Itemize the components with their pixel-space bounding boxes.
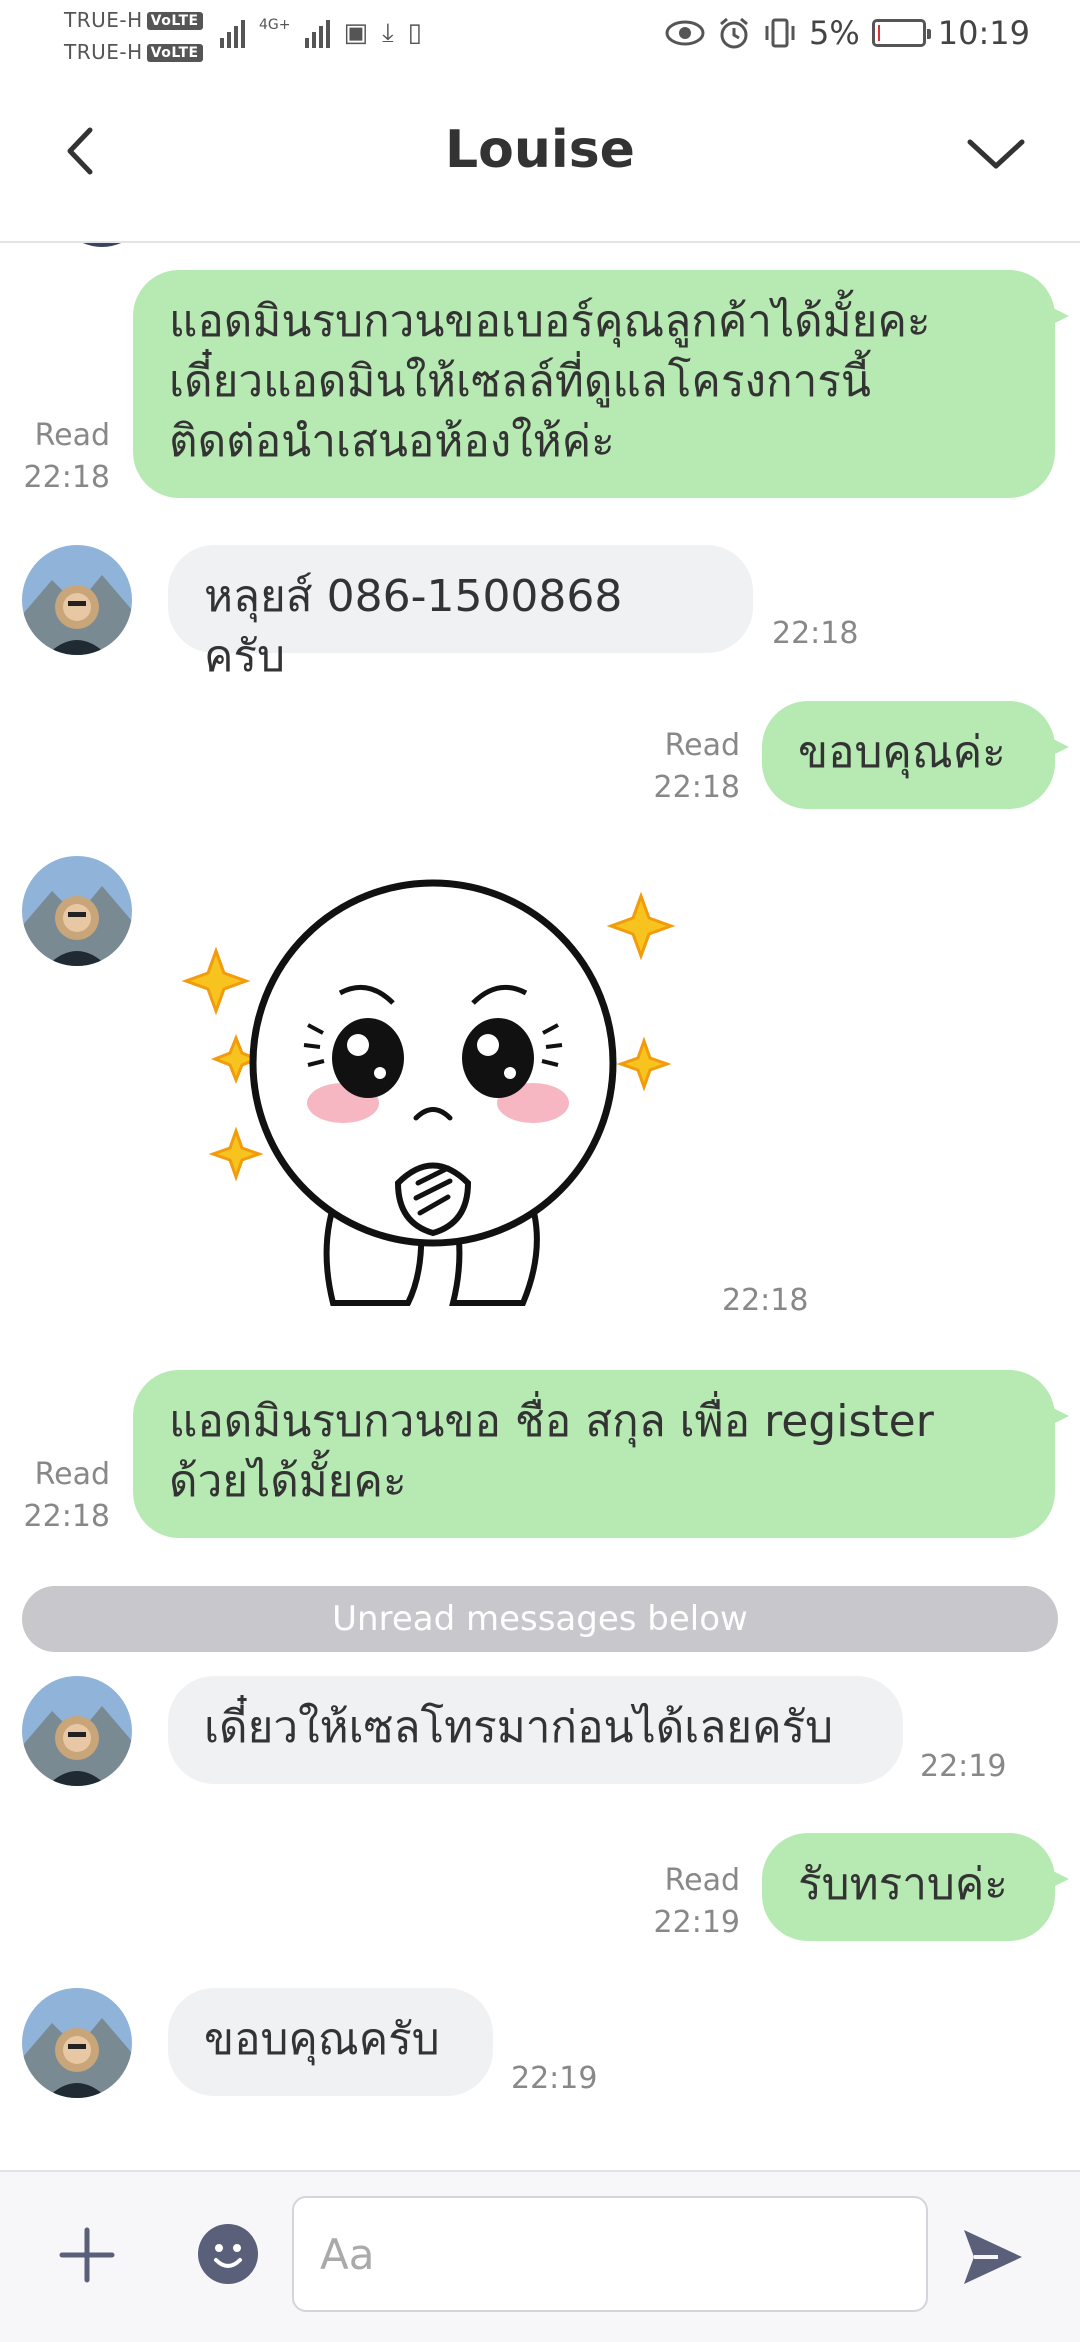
message-bubble-outgoing[interactable]: แอดมินรบกวนขอเบอร์คุณลูกค้าได้มั้ยคะ เดี…	[133, 270, 1069, 498]
status-bar: TRUE-H VoLTE TRUE-H VoLTE 4G+ ▣ ⤓ ▯ 5% 10:…	[0, 0, 1080, 76]
cony-pleading-sticker[interactable]	[168, 863, 688, 1323]
volte-badge: VoLTE	[146, 12, 203, 30]
carrier-1-label: TRUE-H	[64, 8, 143, 32]
read-receipt: Read	[664, 728, 740, 763]
chevron-down-icon[interactable]	[956, 116, 1036, 186]
status-icons-right: 5% 10:19	[665, 14, 1030, 52]
avatar-photo	[22, 1676, 132, 1786]
message-bubble-outgoing[interactable]: ขอบคุณค่ะ	[762, 701, 1069, 809]
message-bubble-incoming[interactable]: ขอบคุณครับ	[168, 1988, 493, 2096]
unread-divider: Unread messages below	[22, 1586, 1058, 1652]
message-text: หลุยส์ 086-1500868 ครับ	[204, 571, 623, 682]
battery-icon	[871, 19, 931, 47]
signal-icon-2	[304, 18, 330, 48]
bubble-tail	[1045, 735, 1069, 759]
bubble-tail	[1045, 1867, 1069, 1891]
message-text-line: แอดมินรบกวนขอ ชื่อ สกุล เพื่อ register	[169, 1396, 934, 1447]
message-text-line: แอดมินรบกวนขอเบอร์คุณลูกค้าได้มั้ยคะ	[169, 296, 931, 347]
message-time: 22:18	[772, 616, 859, 651]
status-icons-left: 4G+ ▣ ⤓ ▯	[220, 18, 422, 48]
avatar[interactable]	[22, 856, 132, 966]
avatar[interactable]	[22, 1676, 132, 1786]
chat-header: Louise	[0, 76, 1080, 243]
network-type: 4G+	[259, 17, 291, 33]
alarm-icon	[720, 17, 748, 49]
avatar-partial	[52, 243, 152, 247]
bubble-tail	[1045, 304, 1069, 328]
notification-icon: ▣	[343, 18, 369, 48]
message-text: ขอบคุณครับ	[204, 2014, 440, 2065]
message-meta: Read 22:18	[640, 725, 740, 809]
carrier-1: TRUE-H VoLTE	[64, 8, 203, 32]
message-bubble-outgoing[interactable]: รับทราบค่ะ	[762, 1833, 1069, 1941]
message-text: ขอบคุณค่ะ	[798, 727, 1006, 778]
message-input[interactable]	[292, 2196, 928, 2312]
message-time: 22:19	[920, 1749, 1007, 1784]
message-bubble-incoming[interactable]: หลุยส์ 086-1500868 ครับ	[168, 545, 753, 682]
vibrate-icon	[765, 18, 795, 48]
plus-icon[interactable]	[52, 2220, 122, 2290]
send-icon[interactable]	[958, 2222, 1028, 2292]
message-time: 22:18	[23, 1499, 110, 1534]
read-receipt: Read	[34, 1457, 110, 1492]
message-text: รับทราบค่ะ	[798, 1859, 1008, 1910]
message-time: 22:19	[653, 1905, 740, 1940]
read-receipt: Read	[34, 418, 110, 453]
message-meta: Read 22:19	[640, 1860, 740, 1944]
message-text: เดี๋ยวให้เซลโทรมาก่อนได้เลยครับ	[204, 1702, 834, 1753]
message-text-line: ติดต่อนำเสนอห้องให้ค่ะ	[169, 416, 615, 467]
phone-icon: ▯	[407, 18, 422, 48]
signal-icon	[220, 18, 245, 48]
message-text-line: เดี๋ยวแอดมินให้เซลล์ที่ดูแลโครงการนี้	[169, 356, 872, 407]
carrier-2-label: TRUE-H	[64, 40, 143, 64]
avatar[interactable]	[22, 545, 132, 655]
chat-title[interactable]: Louise	[0, 120, 1080, 180]
avatar-photo	[22, 856, 132, 966]
message-bubble-outgoing[interactable]: แอดมินรบกวนขอ ชื่อ สกุล เพื่อ register ด…	[133, 1370, 1069, 1538]
input-bar	[0, 2170, 1080, 2342]
message-meta: Read 22:18	[20, 415, 110, 499]
avatar-photo	[22, 1988, 132, 2098]
avatar-photo	[22, 545, 132, 655]
emoji-icon[interactable]	[196, 2222, 260, 2286]
message-time: 22:18	[23, 460, 110, 495]
message-text-line: ด้วยได้มั้ยคะ	[169, 1456, 407, 1507]
carrier-2: TRUE-H VoLTE	[64, 40, 203, 64]
read-receipt: Read	[664, 1863, 740, 1898]
message-meta: Read 22:18	[20, 1454, 110, 1538]
volte-badge: VoLTE	[146, 44, 203, 62]
message-time: 22:18	[653, 770, 740, 805]
battery-percent: 5%	[809, 14, 860, 52]
eye-icon	[665, 20, 705, 46]
clock: 10:19	[937, 14, 1030, 52]
bubble-tail	[1045, 1404, 1069, 1428]
download-icon: ⤓	[382, 18, 394, 48]
chat-area[interactable]: Read 22:18 แอดมินรบกวนขอเบอร์คุณลูกค้าได…	[0, 243, 1080, 2170]
message-bubble-incoming[interactable]: เดี๋ยวให้เซลโทรมาก่อนได้เลยครับ	[168, 1676, 903, 1784]
message-time: 22:18	[722, 1283, 809, 1318]
battery-level	[877, 25, 881, 41]
avatar[interactable]	[22, 1988, 132, 2098]
message-time: 22:19	[511, 2061, 598, 2096]
